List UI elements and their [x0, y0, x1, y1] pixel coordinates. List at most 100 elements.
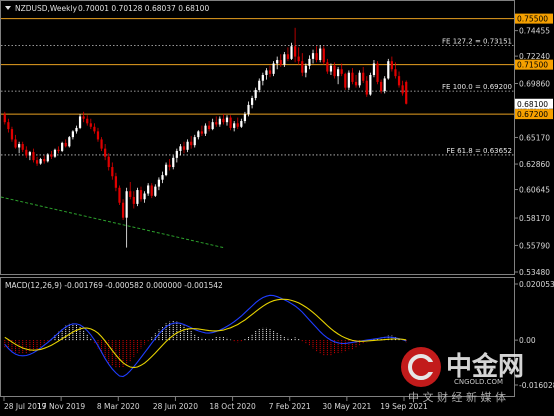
candle-body [261, 74, 264, 81]
candle-body [383, 78, 386, 92]
candle-body [401, 85, 404, 94]
candle-body [172, 157, 175, 168]
candle-18 [68, 135, 71, 148]
candle-body [326, 62, 329, 72]
candle-body [35, 160, 39, 164]
candle-body [215, 122, 218, 125]
candle-body [236, 123, 239, 127]
candle-body [304, 65, 307, 73]
watermark-tagline: 中 文 财 经 新 媒 体 [408, 390, 506, 404]
candle-body [14, 139, 17, 148]
candle-body [193, 137, 196, 146]
candle-body [150, 185, 153, 196]
candle-body [57, 149, 60, 151]
time-tick-label: 30 May 2021 [322, 402, 371, 411]
candle-body [7, 122, 10, 130]
candle-body [222, 118, 225, 123]
candle-body [168, 164, 171, 168]
candle-95 [344, 72, 347, 90]
candle-body [229, 117, 232, 128]
candle-body [387, 61, 390, 79]
price-tick-label: 0.69860 [519, 80, 550, 89]
candle-body [161, 175, 164, 180]
candle-body [82, 116, 85, 119]
candle-body [283, 54, 286, 65]
candle-body [64, 142, 67, 147]
fe-label-2: FE 61.8 = 0.63652 [446, 147, 512, 155]
watermark-domain: CNGOLD.COM [454, 378, 503, 386]
candle-body [53, 149, 57, 157]
candle-body [211, 122, 214, 130]
candle-body [50, 154, 53, 157]
candle-body [25, 149, 28, 156]
logo-notch-icon [428, 362, 438, 372]
time-tick-label: 7 Feb 2021 [269, 402, 311, 411]
candle-body [372, 63, 376, 75]
candle-body [397, 76, 401, 86]
candle-body [293, 46, 297, 57]
candle-body [243, 114, 247, 122]
candle-body [121, 202, 125, 218]
candle-body [136, 190, 139, 204]
candle-body [114, 176, 118, 188]
candle-body [286, 54, 290, 59]
candle-body [164, 164, 168, 176]
candle-body [254, 89, 257, 99]
macd-tick-label: 0.00 [519, 336, 536, 345]
candle-body [93, 126, 96, 132]
candle-body [154, 186, 157, 196]
candle-body [315, 53, 318, 61]
candle-body [394, 69, 397, 77]
candle-body [21, 144, 24, 150]
fe-label-1: FE 100.0 = 0.69200 [442, 83, 512, 91]
candle-body [340, 69, 343, 74]
candle-body [358, 72, 361, 86]
current-price-tag: 0.68100 [517, 100, 548, 109]
candle-104 [376, 61, 379, 85]
time-tick-label: 17 Nov 2019 [37, 402, 85, 411]
candle-body [362, 72, 365, 81]
candle-body [157, 179, 161, 187]
candle-body [351, 72, 354, 82]
candle-body [207, 125, 211, 130]
candle-body [186, 141, 189, 150]
candle-body [247, 104, 250, 115]
ohlc-label: 0.70001 0.70128 0.68037 0.68100 [78, 4, 209, 13]
chart-canvas[interactable]: NZDUSD,Weekly 0.70001 0.70128 0.68037 0.… [0, 0, 554, 416]
time-tick-label: 28 Jun 2020 [153, 402, 198, 411]
candle-body [272, 63, 275, 74]
candle-body [43, 158, 46, 162]
price-tick-label: 0.65170 [519, 133, 550, 142]
candle-body [297, 56, 300, 62]
candle-body [290, 46, 293, 59]
candle-body [104, 148, 107, 157]
candle-body [18, 144, 21, 148]
candle-body [347, 72, 350, 88]
symbol-label: NZDUSD,Weekly [15, 4, 78, 13]
candle-body [390, 61, 393, 70]
candle-32 [118, 185, 121, 206]
candle-body [333, 65, 336, 77]
candle-body [89, 123, 92, 127]
candle-body [308, 58, 311, 66]
candle-body [265, 70, 268, 75]
candle-body [129, 191, 132, 197]
candle-body [147, 185, 150, 194]
candle-body [32, 152, 35, 161]
candle-body [240, 121, 243, 127]
candle-body [182, 146, 186, 150]
candle-99 [358, 70, 361, 88]
candle-body [197, 131, 200, 138]
candle-body [276, 60, 279, 64]
price-tick-label: 0.62860 [519, 160, 550, 169]
candle-body [143, 193, 146, 200]
candle-body [179, 146, 182, 151]
macd-tick-label: 0.020053 [519, 280, 554, 289]
candle-body [28, 152, 31, 156]
price-tick-label: 0.53480 [519, 268, 550, 277]
candle-body [279, 60, 282, 65]
candle-body [111, 167, 114, 177]
candle-body [380, 81, 383, 92]
candle-body [61, 142, 64, 151]
time-tick-label: 18 Oct 2020 [209, 402, 256, 411]
